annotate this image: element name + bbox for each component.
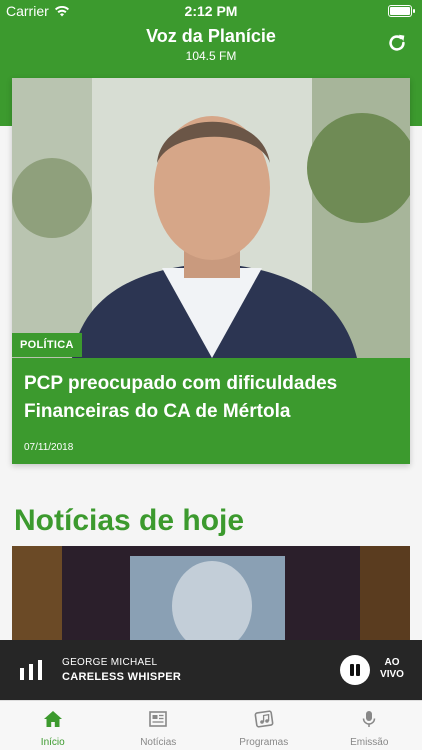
pause-button[interactable] (340, 655, 370, 685)
home-icon (43, 711, 62, 727)
newspaper-icon (149, 711, 168, 727)
music-notes-icon (254, 710, 274, 728)
tab-label: Início (40, 737, 65, 748)
equalizer-icon (20, 660, 42, 680)
today-article-card[interactable] (12, 546, 410, 640)
featured-article-card[interactable]: POLÍTICA PCP preocupado com dificuldades… (12, 78, 410, 464)
tab-bar: Início Notícias Programas Emissão (0, 700, 422, 750)
live-label-line-1: AO (384, 657, 400, 668)
now-playing-bar[interactable]: GEORGE MICHAEL CARELESS WHISPER AO VIVO (0, 640, 422, 700)
tab-emissao[interactable]: Emissão (317, 701, 422, 750)
track-title: CARELESS WHISPER (62, 671, 182, 683)
live-label-line-2: VIVO (380, 669, 404, 680)
status-bar: Carrier 2:12 PM (0, 0, 422, 22)
tab-label: Programas (239, 737, 289, 748)
track-artist: GEORGE MICHAEL (62, 657, 158, 668)
news-feed[interactable]: POLÍTICA PCP preocupado com dificuldades… (0, 22, 422, 640)
microphone-icon (363, 711, 376, 727)
battery-icon (388, 5, 415, 17)
article-headline[interactable]: PCP preocupado com dificuldades Financei… (24, 370, 404, 426)
article-date: 07/11/2018 (24, 442, 74, 453)
tab-label: Emissão (350, 737, 389, 748)
article-photo (12, 78, 410, 358)
category-badge[interactable]: POLÍTICA (12, 333, 82, 357)
article-photo-2 (12, 546, 410, 640)
tab-noticias[interactable]: Notícias (106, 701, 212, 750)
section-title: Notícias de hoje (14, 504, 245, 537)
tab-label: Notícias (140, 737, 177, 748)
tab-inicio[interactable]: Início (0, 701, 106, 750)
live-label: AO VIVO (378, 657, 406, 681)
tab-programas[interactable]: Programas (211, 701, 317, 750)
status-time: 2:12 PM (184, 3, 238, 19)
